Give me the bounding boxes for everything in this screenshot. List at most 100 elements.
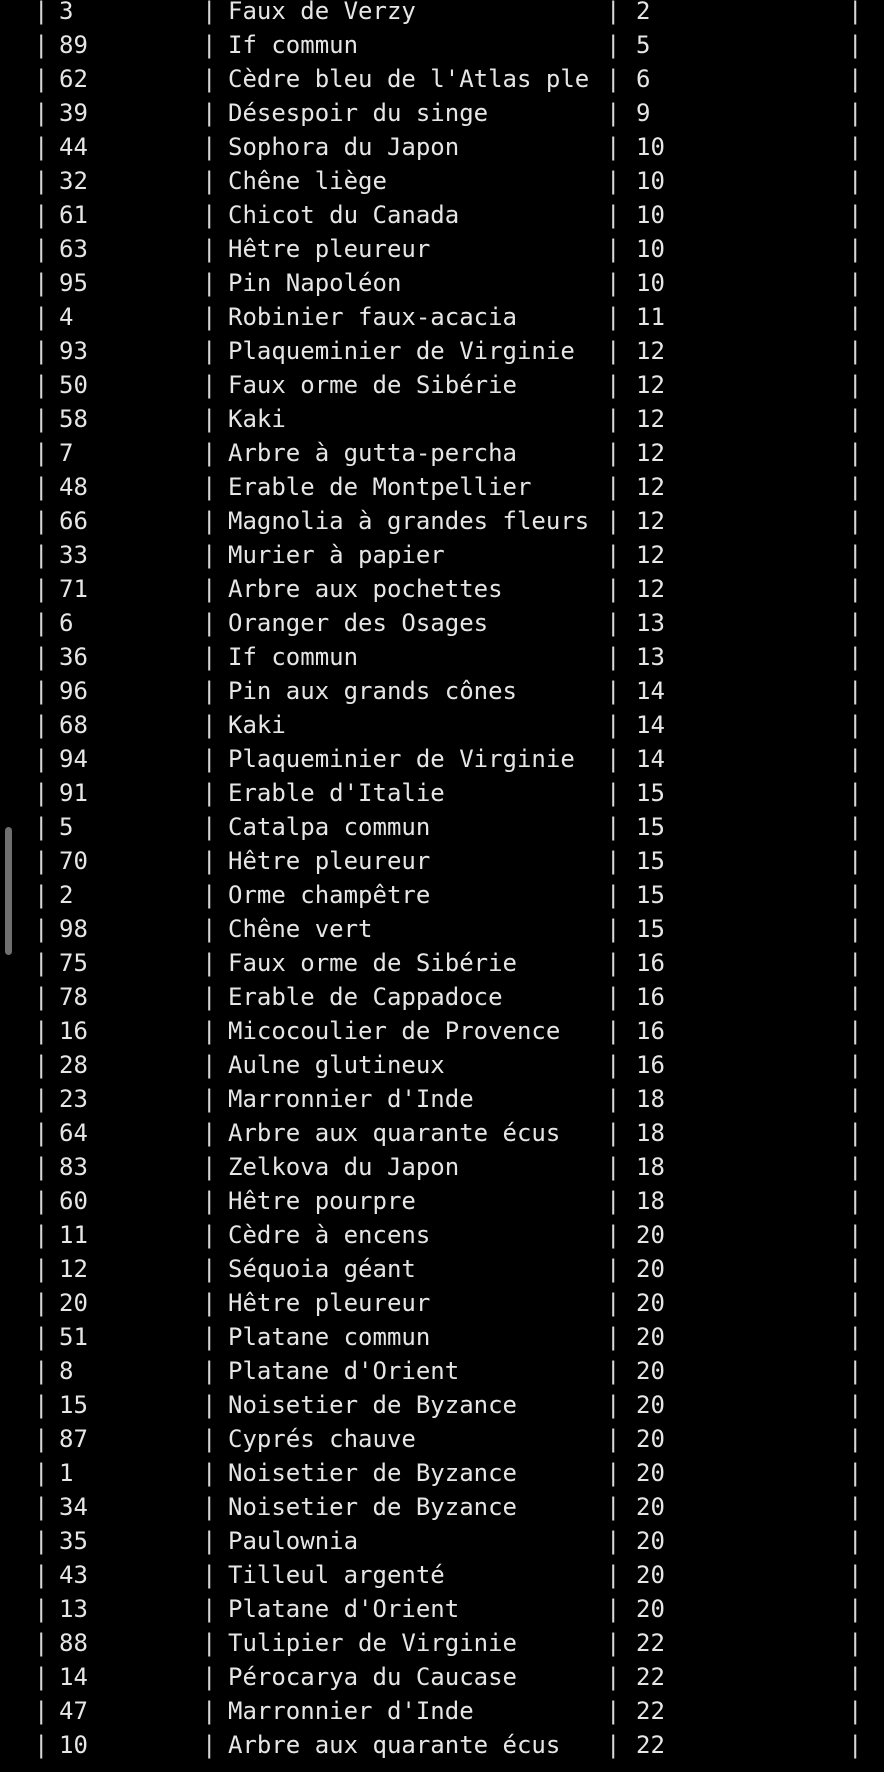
column-separator: | bbox=[202, 1459, 217, 1487]
column-separator: | bbox=[848, 507, 863, 535]
column-separator: | bbox=[202, 303, 217, 331]
column-separator: | bbox=[606, 1663, 621, 1691]
value-cell: 10 bbox=[636, 269, 665, 297]
row-id-cell: 1 bbox=[59, 1459, 74, 1487]
tree-name-cell: Hêtre pourpre bbox=[228, 1187, 416, 1215]
column-separator: | bbox=[848, 99, 863, 127]
column-separator: | bbox=[848, 1697, 863, 1725]
value-cell: 22 bbox=[636, 1731, 665, 1759]
table-row: | 10 | Arbre aux quarante écus | 22 | bbox=[0, 1728, 884, 1762]
table-row: | 71 | Arbre aux pochettes | 12 | bbox=[0, 572, 884, 606]
column-separator: | bbox=[848, 1119, 863, 1147]
table-row: | 12 | Séquoia géant | 20 | bbox=[0, 1252, 884, 1286]
column-separator: | bbox=[202, 983, 217, 1011]
column-separator: | bbox=[34, 235, 49, 263]
column-separator: | bbox=[848, 337, 863, 365]
value-cell: 10 bbox=[636, 235, 665, 263]
value-cell: 2 bbox=[636, 0, 651, 25]
column-separator: | bbox=[848, 1017, 863, 1045]
column-separator: | bbox=[34, 1051, 49, 1079]
column-separator: | bbox=[34, 847, 49, 875]
row-id-cell: 94 bbox=[59, 745, 88, 773]
value-cell: 20 bbox=[636, 1459, 665, 1487]
table-row: | 89 | If commun | 5 | bbox=[0, 28, 884, 62]
column-separator: | bbox=[606, 1561, 621, 1589]
column-separator: | bbox=[34, 677, 49, 705]
tree-name-cell: Paulownia bbox=[228, 1527, 359, 1555]
column-separator: | bbox=[848, 201, 863, 229]
value-cell: 14 bbox=[636, 677, 665, 705]
column-separator: | bbox=[606, 1425, 621, 1453]
value-cell: 15 bbox=[636, 881, 665, 909]
table-row: | 58 | Kaki | 12 | bbox=[0, 402, 884, 436]
tree-name-cell: If commun bbox=[228, 643, 359, 671]
column-separator: | bbox=[202, 0, 217, 25]
column-separator: | bbox=[202, 167, 217, 195]
row-id-cell: 63 bbox=[59, 235, 88, 263]
tree-name-cell: Zelkova du Japon bbox=[228, 1153, 460, 1181]
column-separator: | bbox=[34, 201, 49, 229]
column-separator: | bbox=[202, 1221, 217, 1249]
value-cell: 16 bbox=[636, 983, 665, 1011]
column-separator: | bbox=[34, 337, 49, 365]
column-separator: | bbox=[848, 1731, 863, 1759]
value-cell: 20 bbox=[636, 1561, 665, 1589]
table-row: | 50 | Faux orme de Sibérie | 12 | bbox=[0, 368, 884, 402]
column-separator: | bbox=[34, 541, 49, 569]
tree-name-cell: Catalpa commun bbox=[228, 813, 431, 841]
column-separator: | bbox=[606, 99, 621, 127]
column-separator: | bbox=[202, 609, 217, 637]
column-separator: | bbox=[606, 303, 621, 331]
column-separator: | bbox=[606, 337, 621, 365]
column-separator: | bbox=[202, 507, 217, 535]
column-separator: | bbox=[848, 133, 863, 161]
column-separator: | bbox=[202, 1289, 217, 1317]
column-separator: | bbox=[34, 643, 49, 671]
column-separator: | bbox=[606, 1153, 621, 1181]
column-separator: | bbox=[202, 677, 217, 705]
tree-name-cell: Erable de Cappadoce bbox=[228, 983, 503, 1011]
vertical-scrollbar[interactable] bbox=[5, 827, 12, 955]
column-separator: | bbox=[848, 1289, 863, 1317]
column-separator: | bbox=[606, 609, 621, 637]
table-row: | 75 | Faux orme de Sibérie | 16 | bbox=[0, 946, 884, 980]
column-separator: | bbox=[848, 575, 863, 603]
column-separator: | bbox=[848, 167, 863, 195]
table-row: | 1 | Noisetier de Byzance | 20 | bbox=[0, 1456, 884, 1490]
column-separator: | bbox=[606, 269, 621, 297]
table-row: | 61 | Chicot du Canada | 10 | bbox=[0, 198, 884, 232]
column-separator: | bbox=[34, 1493, 49, 1521]
column-separator: | bbox=[34, 1187, 49, 1215]
tree-name-cell: Aulne glutineux bbox=[228, 1051, 445, 1079]
column-separator: | bbox=[34, 1595, 49, 1623]
column-separator: | bbox=[606, 1017, 621, 1045]
column-separator: | bbox=[848, 31, 863, 59]
column-separator: | bbox=[606, 1255, 621, 1283]
value-cell: 20 bbox=[636, 1391, 665, 1419]
column-separator: | bbox=[848, 813, 863, 841]
row-id-cell: 61 bbox=[59, 201, 88, 229]
value-cell: 20 bbox=[636, 1425, 665, 1453]
table-row: | 14 | Pérocarya du Caucase | 22 | bbox=[0, 1660, 884, 1694]
column-separator: | bbox=[606, 167, 621, 195]
tree-name-cell: Platane d'Orient bbox=[228, 1595, 460, 1623]
tree-name-cell: Sophora du Japon bbox=[228, 133, 460, 161]
table-row: | 88 | Tulipier de Virginie | 22 | bbox=[0, 1626, 884, 1660]
terminal-window[interactable]: | 3 | Faux de Verzy | 2 | | 89 | If commun | 5 | | 62 | C… bbox=[0, 0, 884, 1772]
table-row: | 93 | Plaqueminier de Virginie | 12 | bbox=[0, 334, 884, 368]
column-separator: | bbox=[202, 745, 217, 773]
column-separator: | bbox=[606, 949, 621, 977]
tree-name-cell: Désespoir du singe bbox=[228, 99, 489, 127]
column-separator: | bbox=[606, 983, 621, 1011]
tree-name-cell: Micocoulier de Provence bbox=[228, 1017, 561, 1045]
column-separator: | bbox=[606, 541, 621, 569]
column-separator: | bbox=[848, 677, 863, 705]
tree-name-cell: Murier à papier bbox=[228, 541, 445, 569]
column-separator: | bbox=[202, 1255, 217, 1283]
value-cell: 22 bbox=[636, 1697, 665, 1725]
value-cell: 20 bbox=[636, 1323, 665, 1351]
column-separator: | bbox=[606, 1391, 621, 1419]
tree-name-cell: Arbre à gutta-percha bbox=[228, 439, 517, 467]
column-separator: | bbox=[202, 1697, 217, 1725]
column-separator: | bbox=[34, 439, 49, 467]
